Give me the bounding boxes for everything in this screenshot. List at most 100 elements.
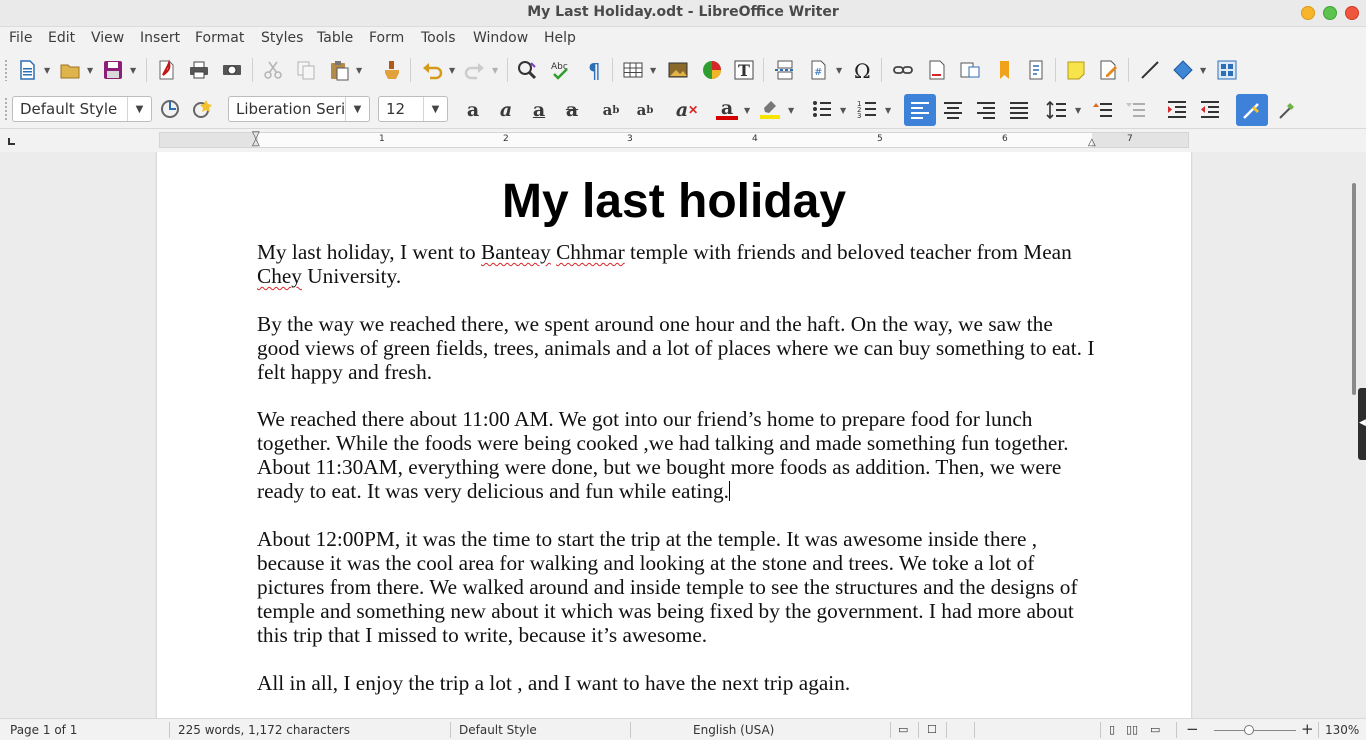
redo-dropdown-icon[interactable]: ▼ xyxy=(492,58,500,82)
toolbar-grip[interactable] xyxy=(4,97,8,121)
menu-styles[interactable]: Styles xyxy=(261,30,303,46)
insert-line-icon[interactable] xyxy=(1138,58,1162,82)
sidebar-collapse-handle[interactable]: ◀ xyxy=(1358,388,1366,460)
comment-icon[interactable] xyxy=(1064,58,1088,82)
menu-format[interactable]: Format xyxy=(195,30,244,46)
insert-chart-icon[interactable] xyxy=(700,58,724,82)
clear-formatting-icon[interactable]: a ✕ xyxy=(674,97,700,123)
paste-icon[interactable] xyxy=(327,58,351,82)
insert-image-icon[interactable] xyxy=(666,58,690,82)
increase-indent-icon[interactable] xyxy=(1165,98,1189,122)
zoom-in-button[interactable]: + xyxy=(1301,720,1314,738)
open-folder-icon[interactable] xyxy=(58,58,82,82)
bookmark-icon[interactable] xyxy=(992,58,1016,82)
close-window-button[interactable] xyxy=(1345,6,1359,20)
superscript-icon[interactable]: ab xyxy=(598,97,624,123)
highlight-dropdown-icon[interactable]: ▼ xyxy=(788,98,796,122)
find-replace-icon[interactable] xyxy=(515,58,539,82)
track-changes-icon[interactable] xyxy=(1097,58,1121,82)
save-icon[interactable] xyxy=(101,58,125,82)
line-spacing-icon[interactable] xyxy=(1045,98,1069,122)
menu-tools[interactable]: Tools xyxy=(421,30,456,46)
footnote-icon[interactable] xyxy=(925,58,949,82)
document-page[interactable]: My last holiday My last holiday, I went … xyxy=(157,152,1191,718)
formatting-marks-icon[interactable]: ¶ xyxy=(583,58,607,82)
font-color-dropdown-icon[interactable]: ▼ xyxy=(744,98,752,122)
insert-field-icon[interactable]: # xyxy=(806,58,830,82)
single-page-view-icon[interactable]: ▯ xyxy=(1109,723,1115,736)
chevron-down-icon[interactable]: ▼ xyxy=(423,97,447,121)
font-color-icon[interactable]: a xyxy=(714,97,740,123)
strikethrough-icon[interactable]: a xyxy=(559,97,585,123)
font-name-combo[interactable]: Liberation Seri ▼ xyxy=(228,96,370,122)
redo-icon[interactable] xyxy=(463,58,487,82)
align-left-button[interactable] xyxy=(904,94,936,126)
paragraph-style-brush-icon[interactable] xyxy=(1275,98,1299,122)
chevron-down-icon[interactable]: ▼ xyxy=(127,97,151,121)
zoom-slider-track[interactable] xyxy=(1214,730,1296,731)
field-dropdown-icon[interactable]: ▼ xyxy=(836,58,844,82)
document-area[interactable]: My last holiday My last holiday, I went … xyxy=(0,152,1366,718)
update-style-icon[interactable] xyxy=(158,97,182,121)
open-dropdown-icon[interactable]: ▼ xyxy=(87,58,95,82)
page-style[interactable]: Default Style xyxy=(459,723,537,737)
word-count[interactable]: 225 words, 1,172 characters xyxy=(178,723,350,737)
zoom-out-button[interactable]: − xyxy=(1186,720,1199,738)
undo-icon[interactable] xyxy=(420,58,444,82)
save-dropdown-icon[interactable]: ▼ xyxy=(130,58,138,82)
table-dropdown-icon[interactable]: ▼ xyxy=(650,58,658,82)
horizontal-ruler[interactable]: 1 2 3 4 5 6 7 ▽ △ △ xyxy=(159,131,1189,148)
new-style-icon[interactable] xyxy=(190,97,214,121)
spelling-icon[interactable]: Abc xyxy=(549,58,573,82)
tab-stop-type-icon[interactable] xyxy=(8,138,15,145)
chevron-down-icon[interactable]: ▼ xyxy=(345,97,369,121)
right-indent-marker[interactable]: △ xyxy=(1088,138,1098,148)
menu-help[interactable]: Help xyxy=(544,30,576,46)
paste-dropdown-icon[interactable]: ▼ xyxy=(356,58,364,82)
numbered-list-icon[interactable]: 123 xyxy=(855,97,879,121)
language[interactable]: English (USA) xyxy=(693,723,774,737)
scrollbar-thumb[interactable] xyxy=(1352,183,1356,395)
sidebar-toggle-button[interactable] xyxy=(1236,94,1268,126)
undo-dropdown-icon[interactable]: ▼ xyxy=(449,58,457,82)
new-document-icon[interactable] xyxy=(15,58,39,82)
print-icon[interactable] xyxy=(187,58,211,82)
italic-icon[interactable]: a xyxy=(493,97,519,123)
zoom-level[interactable]: 130% xyxy=(1325,723,1359,737)
numbering-dropdown-icon[interactable]: ▼ xyxy=(885,98,893,122)
menu-file[interactable]: File xyxy=(9,30,32,46)
decrease-paragraph-spacing-icon[interactable] xyxy=(1124,98,1148,122)
line-spacing-dropdown-icon[interactable]: ▼ xyxy=(1075,98,1083,122)
insert-textbox-icon[interactable]: T xyxy=(732,58,756,82)
font-size-combo[interactable]: 12 ▼ xyxy=(378,96,448,122)
copy-icon[interactable] xyxy=(294,58,318,82)
endnote-icon[interactable] xyxy=(958,58,982,82)
hyperlink-icon[interactable] xyxy=(891,58,915,82)
menu-insert[interactable]: Insert xyxy=(140,30,180,46)
bold-icon[interactable]: a xyxy=(460,97,486,123)
menu-table[interactable]: Table xyxy=(317,30,353,46)
insert-mode-icon[interactable]: ▭ xyxy=(898,723,908,736)
increase-paragraph-spacing-icon[interactable] xyxy=(1091,98,1115,122)
special-character-icon[interactable]: Ω xyxy=(851,58,875,82)
page-break-icon[interactable] xyxy=(773,58,797,82)
minimize-button[interactable] xyxy=(1301,6,1315,20)
basic-shapes-icon[interactable] xyxy=(1171,58,1195,82)
zoom-slider-knob[interactable] xyxy=(1244,725,1254,735)
underline-icon[interactable]: a xyxy=(526,97,552,123)
maximize-button[interactable] xyxy=(1323,6,1337,20)
subscript-icon[interactable]: ab xyxy=(632,97,658,123)
toolbar-grip[interactable] xyxy=(4,59,8,81)
multi-page-view-icon[interactable]: ▯▯ xyxy=(1126,723,1138,736)
cut-icon[interactable] xyxy=(261,58,285,82)
menu-edit[interactable]: Edit xyxy=(48,30,75,46)
justify-button[interactable] xyxy=(1006,97,1032,123)
insert-table-icon[interactable] xyxy=(621,58,645,82)
paragraph-style-combo[interactable]: Default Style ▼ xyxy=(12,96,152,122)
new-dropdown-icon[interactable]: ▼ xyxy=(44,58,52,82)
export-pdf-icon[interactable] xyxy=(154,58,178,82)
clone-formatting-icon[interactable] xyxy=(380,58,404,82)
book-view-icon[interactable]: ▭ xyxy=(1150,723,1160,736)
menu-window[interactable]: Window xyxy=(473,30,528,46)
print-preview-icon[interactable] xyxy=(220,58,244,82)
